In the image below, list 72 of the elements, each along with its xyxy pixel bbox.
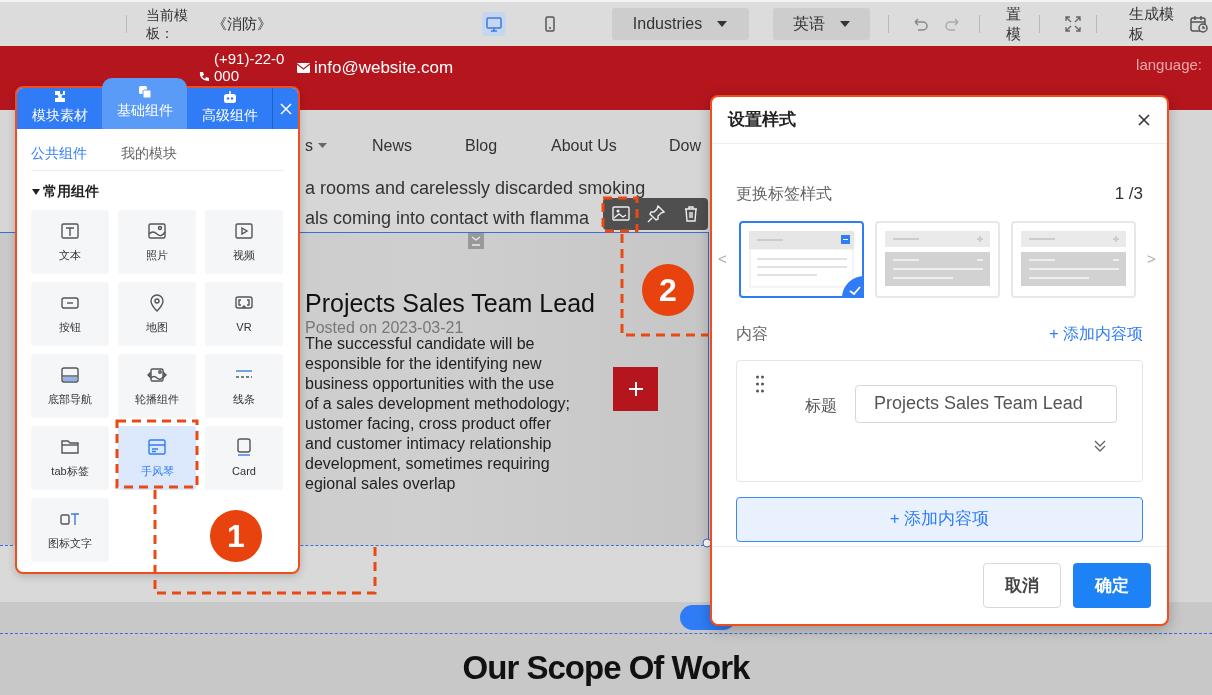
dialog-title: 设置样式 [728,109,796,132]
component-tile[interactable]: tab标签 [31,426,109,490]
expand-icon[interactable] [1093,438,1107,453]
nav-link[interactable]: News [372,134,412,158]
nav-link[interactable]: Blog [465,134,498,158]
section-label: 内容 [736,323,768,344]
component-tile[interactable]: 视频 [205,210,283,274]
component-tile[interactable]: 地图 [118,282,196,346]
history-icon[interactable] [1189,14,1209,34]
component-tile[interactable]: 轮播组件 [118,354,196,418]
page-indicator: 1 /3 [1114,183,1143,205]
phone-number: (+91)-22-0000 [214,50,286,84]
image-icon[interactable] [610,204,631,224]
phone-icon [198,71,210,83]
confirm-button[interactable]: 确定 [1073,563,1151,608]
component-tile[interactable]: 文本 [31,210,109,274]
panel-tab[interactable]: 高级组件 [187,88,273,129]
video-icon [234,220,254,241]
fullscreen-icon[interactable] [1064,15,1082,33]
component-tile[interactable]: Card [205,426,283,490]
email-address[interactable]: info@website.com [314,55,454,81]
section-label: 更换标签样式 [736,183,832,204]
component-tile[interactable]: VR [205,282,283,346]
add-button[interactable] [613,367,658,411]
body-text: als coming into contact with flamma [305,207,590,230]
stacked-squares-icon [136,84,153,100]
add-item-button[interactable]: + 添加内容项 [736,496,1143,542]
expand-caret-icon[interactable] [31,186,41,197]
field-label: 标题 [805,395,837,416]
text-icon [60,220,80,241]
group-heading: 常用组件 [43,182,99,201]
component-tile[interactable]: 底部导航 [31,354,109,418]
style-option[interactable] [739,220,864,298]
panel-subtab[interactable]: 公共组件 [31,143,87,164]
footer-bar-icon [60,364,80,385]
industry-dropdown[interactable]: Industries [612,8,749,40]
caret-icon [838,20,851,28]
pin-icon[interactable] [645,204,666,224]
nav-link[interactable]: Dow [669,134,701,158]
map-pin-icon [147,292,167,313]
caret-icon [716,20,729,28]
close-icon[interactable] [1137,113,1151,127]
title-input[interactable]: Projects Sales Team Lead [855,384,1117,423]
resize-handle[interactable] [702,538,712,548]
card-icon [234,436,254,457]
article-title: Projects Sales Team Lead [305,288,595,319]
language-label: language: [1136,55,1202,75]
component-tile[interactable]: 按钮 [31,282,109,346]
post-date: Posted on 2023-03-21 [305,318,464,337]
component-tile[interactable]: 照片 [118,210,196,274]
drag-handle-icon[interactable] [756,374,764,393]
template-name: 《消防》 [212,13,272,34]
add-item-link[interactable]: + 添加内容项 [1049,321,1143,346]
article-text: The successful candidate will be esponsible for the identifying new business opportunities with the use of a sales development methodology; ustomer facing, cross product offer and customer intimacy relationship development, sometimes requiring egional sales overlap [305,334,571,494]
generate-template-label[interactable]: 生成模板 [1129,4,1181,44]
toolbar-label[interactable]: 置模 [1006,4,1023,44]
image-icon [147,220,167,241]
accordion-icon [147,436,167,457]
body-text: a rooms and carelessly discarded smoking [305,177,646,200]
component-tile[interactable]: 图标文字 [31,498,109,562]
language-dropdown[interactable]: 英语 [773,8,870,40]
panel-tab[interactable]: 模块素材 [17,88,103,129]
nav-link[interactable]: About Us [551,134,617,158]
panel-subtab[interactable]: 我的模块 [121,143,177,164]
check-icon [842,275,864,298]
nav-link[interactable]: s [305,134,313,158]
mail-icon [297,62,310,73]
template-label: 当前模板： [146,6,189,42]
component-tile[interactable]: 线条 [205,354,283,418]
plus-icon [627,381,644,397]
section-heading: Our Scope Of Work [461,648,751,688]
cancel-button[interactable]: 取消 [983,563,1061,608]
